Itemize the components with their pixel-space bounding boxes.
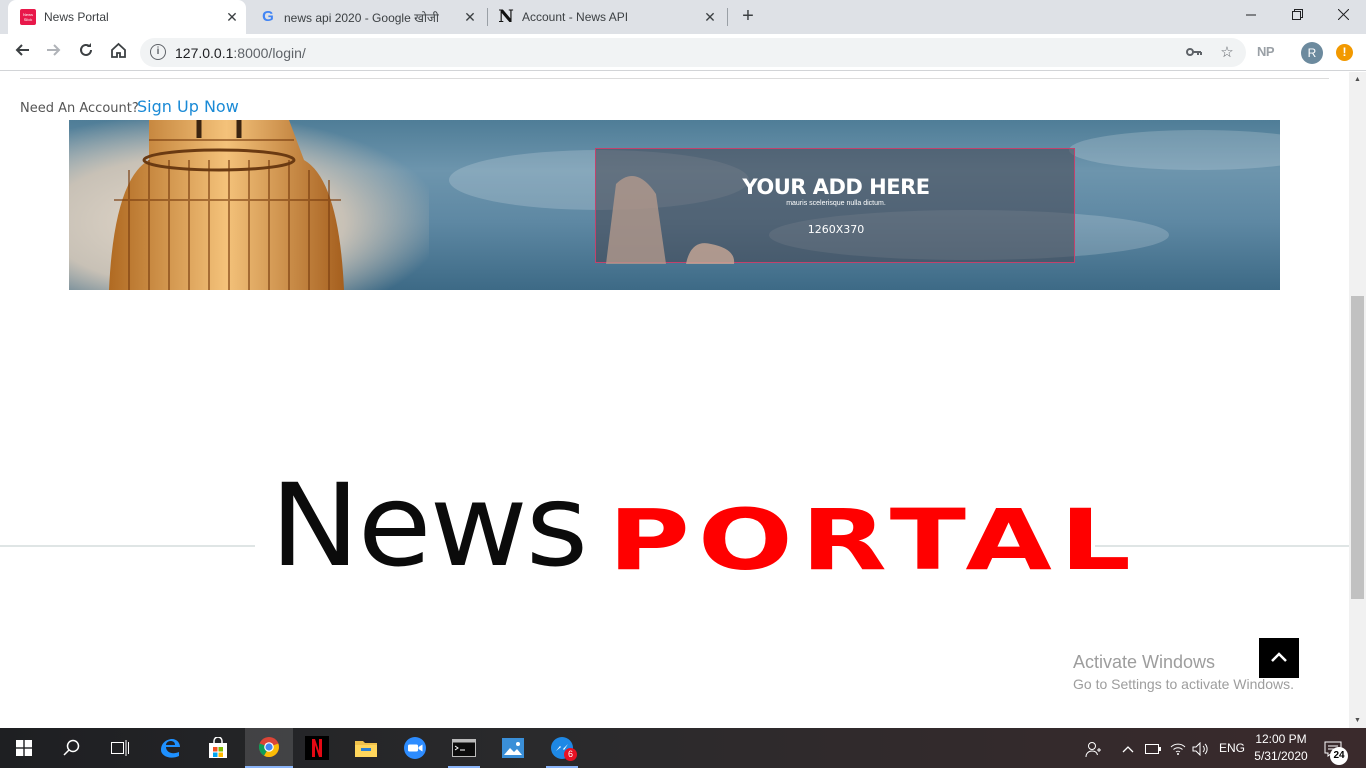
scrollbar-thumb[interactable]: [1351, 296, 1364, 599]
store-icon: [209, 737, 227, 758]
task-view-icon: [111, 740, 129, 756]
lantern-image: [109, 120, 344, 290]
netflix-icon: [305, 736, 329, 760]
notification-count-badge: 24: [1330, 747, 1348, 765]
tab-separator: [727, 8, 728, 26]
bookmark-star-icon[interactable]: ☆: [1217, 43, 1237, 63]
people-icon[interactable]: [1084, 728, 1102, 768]
extension-np-button[interactable]: NP: [1257, 44, 1275, 59]
profile-avatar[interactable]: R: [1301, 42, 1323, 64]
tab-title: news api 2020 - Google खोजी: [284, 10, 440, 25]
tab-title: Account - News API: [522, 10, 629, 24]
task-view-button[interactable]: [96, 728, 144, 768]
restore-button[interactable]: [1274, 0, 1320, 30]
tab-news-api-account[interactable]: N Account - News API ✕: [488, 0, 726, 34]
arrow-left-icon: [15, 44, 29, 56]
taskbar-photos[interactable]: [489, 728, 537, 768]
tab-news-portal[interactable]: News Slick News Portal ✕: [8, 0, 246, 34]
browser-tab-strip: News Slick News Portal ✕ G news api 2020…: [0, 0, 1366, 34]
address-bar[interactable]: i 127.0.0.1:8000/login/ ☆: [140, 38, 1246, 67]
close-icon[interactable]: ✕: [224, 9, 240, 25]
ad-title: YOUR ADD HERE: [742, 175, 930, 199]
ad-banner[interactable]: YOUR ADD HERE mauris scelerisque nulla d…: [69, 120, 1280, 290]
sea-texture: [1069, 130, 1280, 170]
terminal-icon: [452, 739, 476, 757]
sign-up-link[interactable]: Sign Up Now: [137, 97, 239, 116]
show-hidden-icons-chevron-up-icon[interactable]: [1122, 728, 1134, 768]
windows-taskbar: 6 ENG 12:00 PM 5/31/2020 24: [0, 728, 1366, 768]
close-icon[interactable]: ✕: [462, 9, 478, 25]
taskbar-netflix[interactable]: [293, 728, 341, 768]
scroll-up-arrow-icon[interactable]: ▲: [1349, 72, 1366, 87]
close-icon: [1337, 8, 1349, 21]
footer-divider-left: [0, 545, 255, 547]
page-scrollbar[interactable]: ▲ ▼: [1349, 72, 1366, 728]
forward-button[interactable]: [42, 40, 66, 64]
home-icon: [110, 42, 126, 58]
reload-button[interactable]: [74, 40, 98, 64]
taskbar-edge[interactable]: [146, 728, 194, 768]
messenger-badge: 6: [564, 748, 577, 761]
taskbar-search-button[interactable]: [48, 728, 96, 768]
news-portal-favicon-icon: News Slick: [20, 9, 36, 25]
url-path: :8000/login/: [233, 45, 306, 61]
zoom-icon: [404, 737, 426, 759]
taskbar-chrome[interactable]: [245, 728, 293, 768]
url-host: 127.0.0.1: [175, 45, 234, 61]
back-button[interactable]: [10, 40, 34, 64]
google-favicon-icon: G: [262, 8, 274, 25]
browser-toolbar: i 127.0.0.1:8000/login/ ☆ NP R !: [0, 34, 1366, 71]
news-portal-logo[interactable]: News PORTAL: [270, 460, 1131, 593]
need-account-text: Need An Account?: [20, 101, 139, 116]
windows-start-icon: [16, 740, 32, 756]
file-explorer-icon: [355, 741, 377, 757]
volume-icon[interactable]: [1192, 728, 1208, 768]
close-window-button[interactable]: [1320, 0, 1366, 30]
arrow-right-icon: [47, 44, 61, 56]
key-icon[interactable]: [1184, 43, 1204, 63]
battery-icon[interactable]: [1145, 728, 1161, 768]
ad-subtitle: mauris scelerisque nulla dictum.: [786, 200, 886, 207]
info-icon[interactable]: i: [150, 44, 166, 60]
ad-size-label: 1260X370: [807, 223, 865, 236]
tab-title: News Portal: [44, 10, 109, 24]
activate-title: Activate Windows: [1073, 652, 1216, 672]
system-clock[interactable]: 12:00 PM 5/31/2020: [1250, 731, 1312, 765]
new-tab-button[interactable]: +: [737, 5, 759, 27]
start-button[interactable]: [0, 728, 48, 768]
tab-google-search[interactable]: G news api 2020 - Google खोजी ✕: [248, 0, 484, 34]
news-api-favicon-icon: N: [498, 7, 514, 27]
taskbar-terminal[interactable]: [440, 728, 488, 768]
chrome-icon: [258, 737, 279, 758]
activate-subtitle: Go to Settings to activate Windows.: [1073, 676, 1294, 692]
clock-time: 12:00 PM: [1255, 732, 1307, 746]
logo-portal-text: PORTAL: [608, 491, 1139, 589]
language-indicator[interactable]: ENG: [1219, 728, 1245, 768]
reload-icon: [80, 43, 92, 56]
scroll-down-arrow-icon[interactable]: ▼: [1349, 713, 1366, 728]
activate-windows-watermark: Activate Windows Go to Settings to activ…: [1073, 652, 1294, 692]
url-text: 127.0.0.1:8000/login/: [175, 45, 306, 61]
update-alert-icon[interactable]: !: [1336, 44, 1353, 61]
clock-date: 5/31/2020: [1254, 749, 1308, 763]
divider: [20, 78, 1329, 79]
photos-icon: [502, 738, 524, 758]
minimize-icon: [1246, 14, 1256, 16]
taskbar-zoom[interactable]: [391, 728, 439, 768]
minimize-button[interactable]: [1228, 0, 1274, 30]
close-icon[interactable]: ✕: [702, 9, 718, 25]
logo-news-text: News: [270, 460, 588, 593]
search-icon: [63, 739, 80, 756]
edge-icon: [161, 739, 180, 758]
taskbar-messenger[interactable]: 6: [538, 728, 586, 768]
page-viewport: Need An Account? Sign Up Now YOUR ADD HE…: [0, 72, 1349, 728]
ad-overlay-box: YOUR ADD HERE mauris scelerisque nulla d…: [595, 148, 1075, 264]
wifi-icon[interactable]: [1170, 728, 1186, 768]
home-button[interactable]: [106, 40, 130, 64]
restore-icon: [1291, 9, 1303, 20]
taskbar-store[interactable]: [194, 728, 242, 768]
taskbar-file-explorer[interactable]: [342, 728, 390, 768]
